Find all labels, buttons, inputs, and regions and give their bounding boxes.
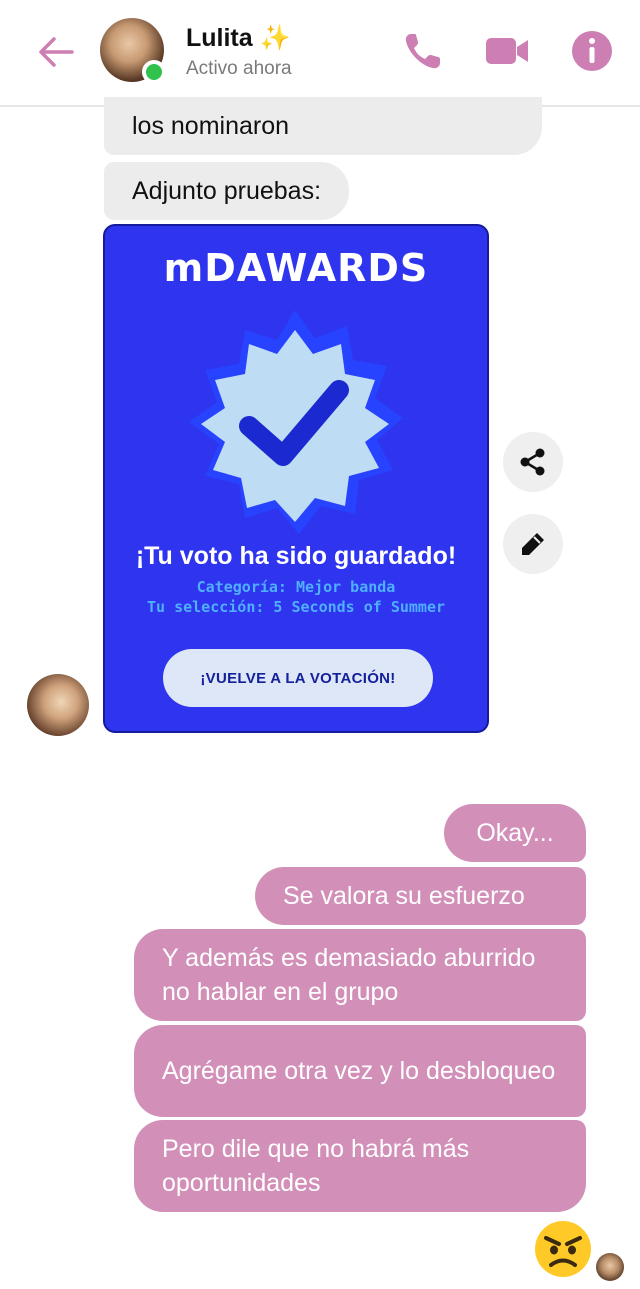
share-icon bbox=[520, 448, 545, 476]
vote-saved-title: ¡Tu voto ha sido guardado! bbox=[135, 542, 457, 570]
phone-icon[interactable] bbox=[400, 28, 446, 74]
info-icon[interactable] bbox=[569, 28, 615, 74]
share-button[interactable] bbox=[503, 432, 563, 492]
outgoing-message[interactable]: Y además es demasiado aburrido no hablar… bbox=[134, 929, 586, 1021]
incoming-message[interactable]: los nominaron bbox=[104, 97, 542, 155]
outgoing-message[interactable]: Pero dile que no habrá más oportunidades bbox=[134, 1120, 586, 1212]
video-camera-icon[interactable] bbox=[484, 28, 530, 74]
edit-pencil-icon bbox=[522, 533, 544, 555]
outgoing-message[interactable]: Se valora su esfuerzo bbox=[255, 867, 586, 925]
back-arrow-icon[interactable] bbox=[34, 30, 78, 74]
sender-avatar[interactable] bbox=[27, 674, 89, 736]
verified-badge-icon bbox=[189, 310, 403, 534]
edit-button[interactable] bbox=[503, 514, 563, 574]
chat-header: Lulita ✨ Activo ahora bbox=[0, 0, 640, 107]
outgoing-message[interactable]: Agrégame otra vez y lo desbloqueo bbox=[134, 1025, 586, 1117]
incoming-message[interactable]: Adjunto pruebas: bbox=[104, 162, 350, 220]
image-attachment[interactable]: mDAWARDS ¡Tu voto ha sido guardado! Cate… bbox=[103, 224, 489, 733]
active-status: Activo ahora bbox=[186, 58, 292, 79]
read-receipt-avatar bbox=[596, 1253, 624, 1281]
contact-avatar[interactable] bbox=[100, 18, 166, 84]
contact-name[interactable]: Lulita ✨ bbox=[186, 24, 291, 53]
category-line: Categoría: Mejor banda bbox=[196, 578, 396, 596]
sparkles-icon: ✨ bbox=[259, 24, 291, 52]
selection-line: Tu selección: 5 Seconds of Summer bbox=[146, 598, 445, 616]
contact-name-text: Lulita bbox=[186, 24, 253, 52]
outgoing-message[interactable]: Okay... bbox=[444, 804, 586, 862]
angry-face-emoji-icon[interactable] bbox=[534, 1220, 592, 1278]
online-status-icon bbox=[142, 60, 166, 84]
return-to-vote-button: ¡VUELVE A LA VOTACIÓN! bbox=[163, 649, 433, 707]
awards-logo: mDAWARDS bbox=[163, 246, 429, 290]
